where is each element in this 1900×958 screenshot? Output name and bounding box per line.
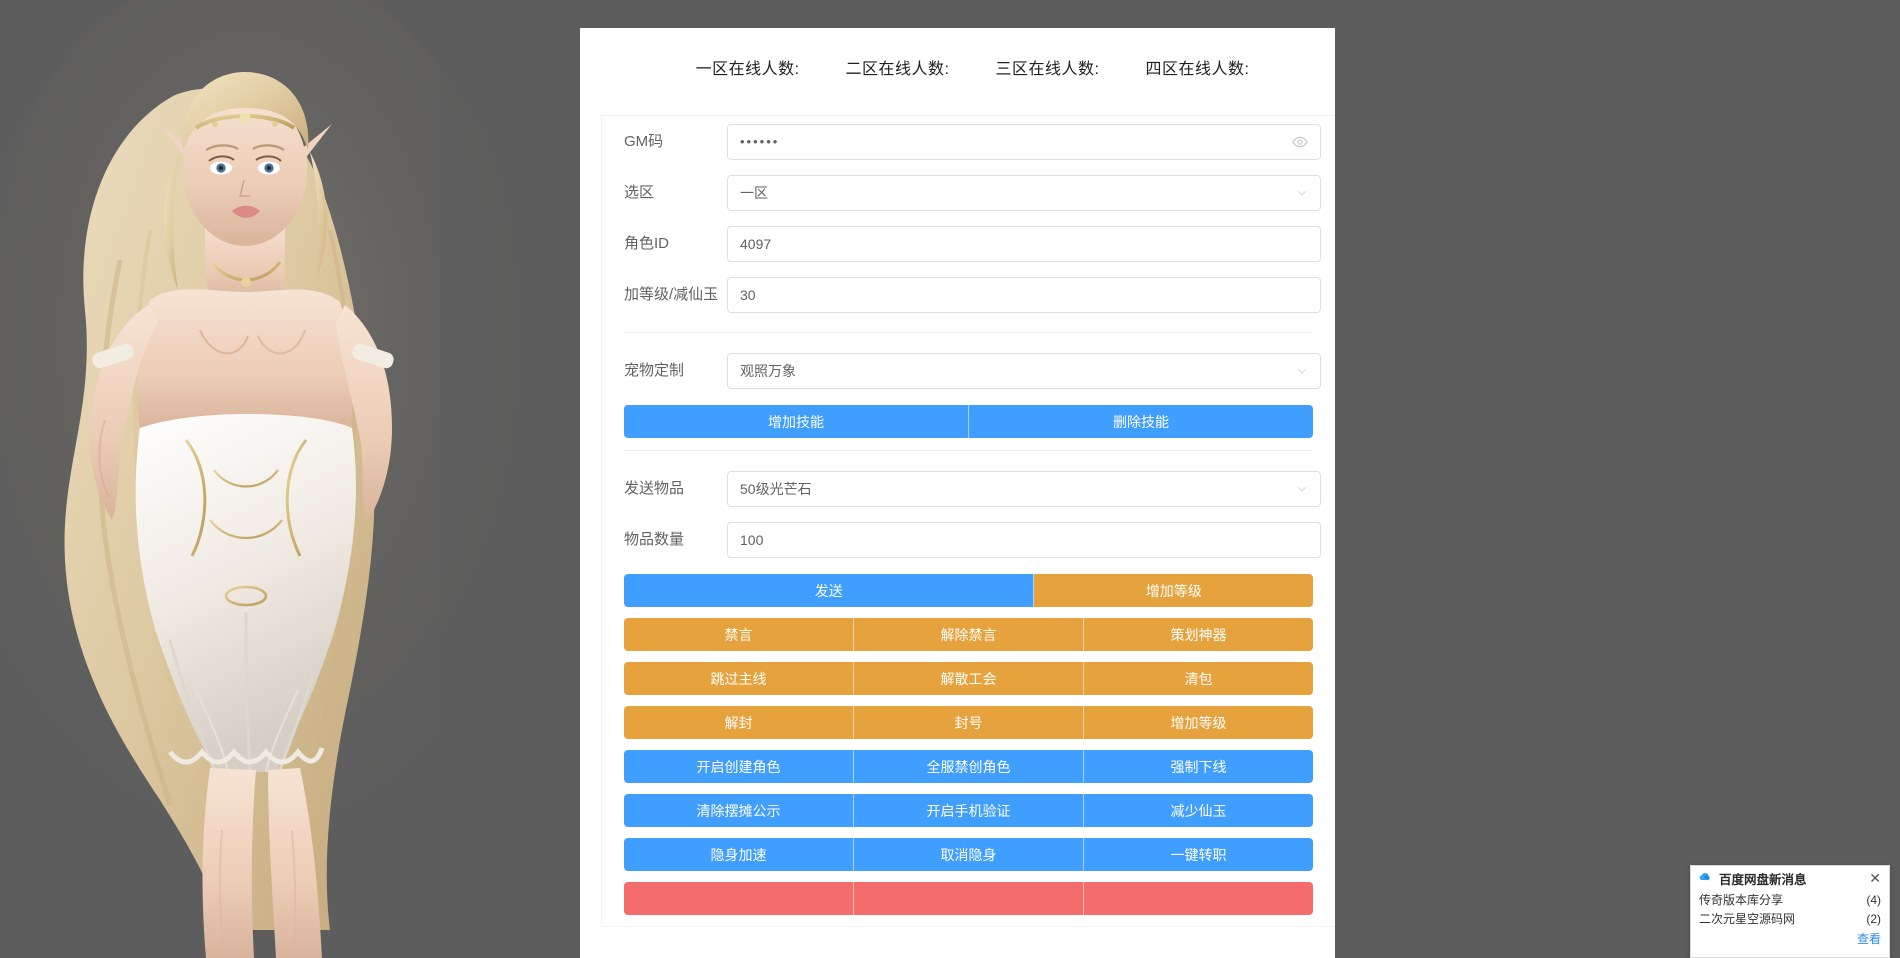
enable-phone-verify-button[interactable]: 开启手机验证 <box>854 794 1084 827</box>
baidu-netdisk-notification[interactable]: 百度网盘新消息 ✕ 传奇版本库分享 (4) 二次元星空源码网 (2) 查看 <box>1690 865 1890 958</box>
notification-header: 百度网盘新消息 ✕ <box>1691 866 1889 890</box>
role-id-value: 4097 <box>740 235 772 252</box>
field-row-send-item: 发送物品 50级光芒石 <box>602 463 1335 514</box>
field-row-role-id: 角色ID 4097 <box>602 218 1335 269</box>
gm-code-input[interactable]: •••••• <box>727 123 1321 160</box>
divider-1 <box>624 332 1313 333</box>
field-row-item-count: 物品数量 100 <box>602 514 1335 565</box>
close-icon[interactable]: ✕ <box>1867 871 1883 885</box>
label-level-jade: 加等级/减仙玉 <box>624 285 719 303</box>
gm-form-card: GM码 •••••• 选区 一区 角色ID 4097 加等级/减仙玉 30 宠物… <box>602 116 1335 926</box>
background-artwork <box>0 0 580 958</box>
level-jade-input[interactable]: 30 <box>727 276 1321 313</box>
unmute-button[interactable]: 解除禁言 <box>854 618 1084 651</box>
item-count-value: 100 <box>740 531 764 548</box>
send-button[interactable]: 发送 <box>624 574 1035 607</box>
baidu-cloud-icon <box>1699 873 1710 880</box>
clear-bag-button[interactable]: 清包 <box>1084 662 1313 695</box>
action-row-5: 清除摆摊公示 开启手机验证 减少仙玉 <box>624 794 1313 827</box>
force-offline-button[interactable]: 强制下线 <box>1084 750 1313 783</box>
field-row-zone-select: 选区 一区 <box>602 167 1335 218</box>
label-gm-code: GM码 <box>624 132 664 150</box>
danger-action-button-2[interactable] <box>854 882 1084 915</box>
send-item-select[interactable]: 50级光芒石 <box>727 470 1321 507</box>
pet-custom-value: 观照万象 <box>740 362 796 379</box>
notification-item-count: (4) <box>1866 892 1881 907</box>
reduce-jade-button[interactable]: 减少仙玉 <box>1084 794 1313 827</box>
notification-title: 百度网盘新消息 <box>1719 872 1807 887</box>
field-row-pet-custom: 宠物定制 观照万象 <box>602 345 1335 396</box>
label-role-id: 角色ID <box>624 234 670 252</box>
zone-select[interactable]: 一区 <box>727 174 1321 211</box>
role-id-input[interactable]: 4097 <box>727 225 1321 262</box>
ban-button[interactable]: 封号 <box>854 706 1084 739</box>
action-row-7 <box>624 882 1313 915</box>
notification-item[interactable]: 传奇版本库分享 (4) <box>1691 890 1889 909</box>
disband-guild-button[interactable]: 解散工会 <box>854 662 1084 695</box>
danger-action-button-3[interactable] <box>1084 882 1313 915</box>
divider-2 <box>624 450 1313 451</box>
gm-code-value: •••••• <box>740 134 780 149</box>
action-row-4: 开启创建角色 全服禁创角色 强制下线 <box>624 750 1313 783</box>
zone-count-4: 四区在线人数: <box>1145 61 1250 78</box>
clear-stall-notice-button[interactable]: 清除摆摊公示 <box>624 794 854 827</box>
add-skill-button[interactable]: 增加技能 <box>624 405 969 438</box>
danger-action-button-1[interactable] <box>624 882 854 915</box>
zone-online-header: 一区在线人数: 二区在线人数: 三区在线人数: 四区在线人数: <box>580 28 1335 106</box>
elf-character-illustration <box>0 0 580 958</box>
notification-item-name: 二次元星空源码网 <box>1699 912 1796 926</box>
action-row-2: 跳过主线 解散工会 清包 <box>624 662 1313 695</box>
enable-create-role-button[interactable]: 开启创建角色 <box>624 750 854 783</box>
item-count-input[interactable]: 100 <box>727 521 1321 558</box>
cancel-stealth-button[interactable]: 取消隐身 <box>854 838 1084 871</box>
pet-custom-select[interactable]: 观照万象 <box>727 352 1321 389</box>
ban-create-role-button[interactable]: 全服禁创角色 <box>854 750 1084 783</box>
zone-select-value: 一区 <box>740 184 768 201</box>
notification-item-name: 传奇版本库分享 <box>1699 893 1784 907</box>
label-zone-select: 选区 <box>624 183 655 201</box>
add-level-button-2[interactable]: 增加等级 <box>1084 706 1313 739</box>
skill-button-bar: 增加技能 删除技能 <box>624 405 1313 438</box>
view-more-link[interactable]: 查看 <box>1691 928 1889 947</box>
action-row-1: 禁言 解除禁言 策划神器 <box>624 618 1313 651</box>
chevron-down-icon[interactable] <box>1296 187 1308 199</box>
eye-icon[interactable] <box>1292 134 1308 150</box>
planner-artifact-button[interactable]: 策划神器 <box>1084 618 1313 651</box>
chevron-down-icon[interactable] <box>1296 365 1308 377</box>
notification-item[interactable]: 二次元星空源码网 (2) <box>1691 909 1889 928</box>
stealth-speed-button[interactable]: 隐身加速 <box>624 838 854 871</box>
label-send-item: 发送物品 <box>624 479 685 497</box>
label-pet-custom: 宠物定制 <box>624 361 685 379</box>
field-row-level-jade: 加等级/减仙玉 30 <box>602 269 1335 320</box>
notification-item-count: (2) <box>1866 911 1881 926</box>
one-key-job-change-button[interactable]: 一键转职 <box>1084 838 1313 871</box>
zone-count-2: 二区在线人数: <box>845 61 950 78</box>
send-item-value: 50级光芒石 <box>740 480 812 497</box>
action-row-6: 隐身加速 取消隐身 一键转职 <box>624 838 1313 871</box>
delete-skill-button[interactable]: 删除技能 <box>969 405 1313 438</box>
level-jade-value: 30 <box>740 286 756 303</box>
skip-mainline-button[interactable]: 跳过主线 <box>624 662 854 695</box>
unban-button[interactable]: 解封 <box>624 706 854 739</box>
send-button-bar: 发送 增加等级 <box>624 574 1313 607</box>
label-item-count: 物品数量 <box>624 530 685 548</box>
field-row-gm-code: GM码 •••••• <box>602 116 1335 167</box>
action-row-3: 解封 封号 增加等级 <box>624 706 1313 739</box>
zone-count-3: 三区在线人数: <box>995 61 1100 78</box>
mute-button[interactable]: 禁言 <box>624 618 854 651</box>
chevron-down-icon[interactable] <box>1296 483 1308 495</box>
add-level-button[interactable]: 增加等级 <box>1034 574 1313 607</box>
gm-tool-panel: 一区在线人数: 二区在线人数: 三区在线人数: 四区在线人数: GM码 ••••… <box>580 28 1335 958</box>
zone-count-1: 一区在线人数: <box>695 61 800 78</box>
